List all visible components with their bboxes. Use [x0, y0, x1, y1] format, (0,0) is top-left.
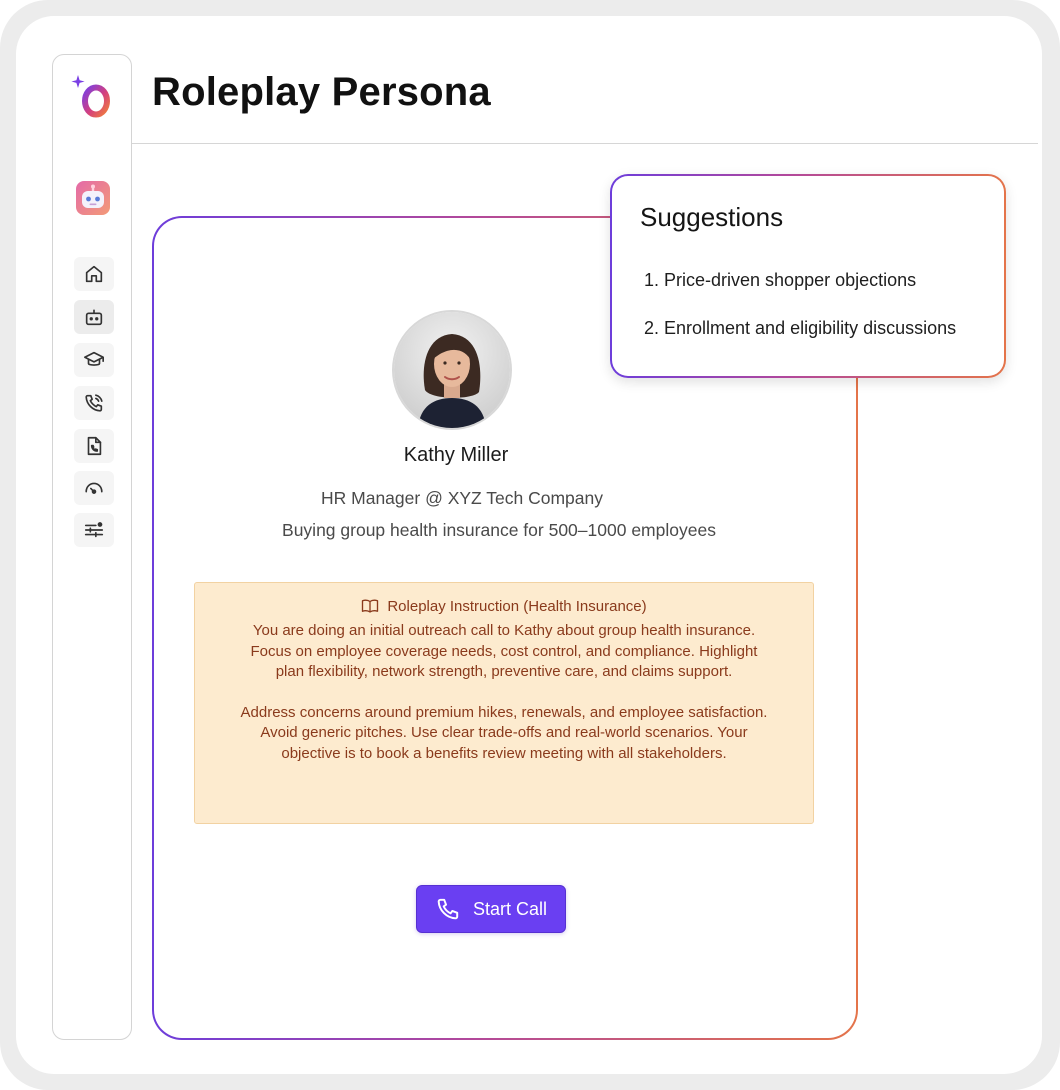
persona-role: HR Manager @ XYZ Tech Company: [321, 488, 603, 508]
sliders-icon: [84, 522, 104, 538]
assistant-bot-icon[interactable]: [76, 181, 110, 215]
page-title: Roleplay Persona: [152, 70, 491, 114]
phone-call-icon: [85, 394, 103, 412]
suggestions-panel: Suggestions 1. Price-driven shopper obje…: [610, 174, 1006, 378]
bot-icon: [85, 309, 103, 326]
persona-goal: Buying group health insurance for 500–10…: [282, 520, 716, 540]
app-logo[interactable]: [69, 71, 115, 121]
phone-icon: [437, 898, 459, 920]
nav-performance[interactable]: [74, 471, 114, 505]
sidebar: [52, 54, 132, 1040]
instruction-heading-text: Roleplay Instruction (Health Insurance): [387, 597, 647, 615]
home-icon: [85, 265, 103, 283]
nav-roleplay-bot[interactable]: [74, 300, 114, 334]
start-call-button[interactable]: Start Call: [416, 885, 566, 933]
roleplay-instruction-box: Roleplay Instruction (Health Insurance) …: [194, 582, 814, 824]
document-phone-icon: [87, 436, 102, 456]
open-book-icon: [362, 599, 379, 613]
nav-home[interactable]: [74, 257, 114, 291]
graduation-cap-icon: [84, 351, 104, 366]
nav-calls[interactable]: [74, 386, 114, 420]
suggestion-item[interactable]: 1. Price-driven shopper objections: [644, 270, 916, 291]
gauge-icon: [85, 482, 103, 494]
instruction-heading: Roleplay Instruction (Health Insurance): [235, 597, 773, 615]
instruction-paragraph: Address concerns around premium hikes, r…: [240, 703, 768, 762]
start-call-label: Start Call: [472, 898, 548, 919]
suggestion-item[interactable]: 2. Enrollment and eligibility discussion…: [644, 318, 956, 339]
header-divider: [132, 143, 1038, 144]
nav-call-scripts[interactable]: [74, 429, 114, 463]
nav-training[interactable]: [74, 343, 114, 377]
instruction-paragraph: You are doing an initial outreach call t…: [250, 622, 758, 680]
persona-name: Kathy Miller: [403, 444, 509, 466]
nav-settings[interactable]: [74, 513, 114, 547]
persona-avatar: [392, 310, 512, 430]
suggestions-title: Suggestions: [640, 202, 784, 232]
